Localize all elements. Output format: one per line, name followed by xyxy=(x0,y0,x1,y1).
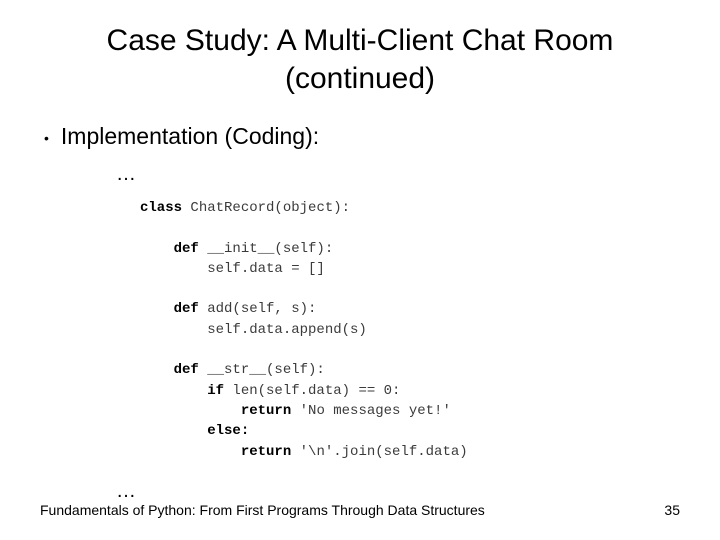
kw-return-1: return xyxy=(140,403,291,419)
kw-class: class xyxy=(140,200,182,216)
code-l10b: '\n'.join(self.data) xyxy=(291,444,467,460)
ellipsis-top: … xyxy=(40,163,720,186)
code-l2b: __init__(self): xyxy=(199,241,333,257)
bullet-item: • Implementation (Coding): xyxy=(40,123,720,153)
title-line-2: (continued) xyxy=(285,62,435,95)
page-number: 35 xyxy=(664,502,680,518)
title-line-1: Case Study: A Multi-Client Chat Room xyxy=(107,24,614,57)
code-l6b: __str__(self): xyxy=(199,362,325,378)
code-l8b: 'No messages yet!' xyxy=(291,403,451,419)
kw-def-str: def xyxy=(140,362,199,378)
bullet-text: Implementation (Coding): xyxy=(61,123,319,150)
code-l3: self.data = [] xyxy=(140,261,325,277)
code-l5: self.data.append(s) xyxy=(140,322,367,338)
kw-if: if xyxy=(140,383,224,399)
code-l1b: ChatRecord(object): xyxy=(182,200,350,216)
kw-return-2: return xyxy=(140,444,291,460)
slide-title: Case Study: A Multi-Client Chat Room (co… xyxy=(0,0,720,97)
bullet-dot-icon: • xyxy=(40,123,49,153)
ellipsis-bottom: … xyxy=(40,480,720,503)
code-l4b: add(self, s): xyxy=(199,301,317,317)
slide-body: • Implementation (Coding): … class ChatR… xyxy=(0,97,720,503)
kw-def-init: def xyxy=(140,241,199,257)
footer: Fundamentals of Python: From First Progr… xyxy=(40,502,680,518)
code-l7b: len(self.data) == 0: xyxy=(224,383,400,399)
code-block: class ChatRecord(object): def __init__(s… xyxy=(40,198,720,462)
footer-source: Fundamentals of Python: From First Progr… xyxy=(40,502,485,518)
kw-else: else: xyxy=(140,423,249,439)
kw-def-add: def xyxy=(140,301,199,317)
slide: Case Study: A Multi-Client Chat Room (co… xyxy=(0,0,720,540)
